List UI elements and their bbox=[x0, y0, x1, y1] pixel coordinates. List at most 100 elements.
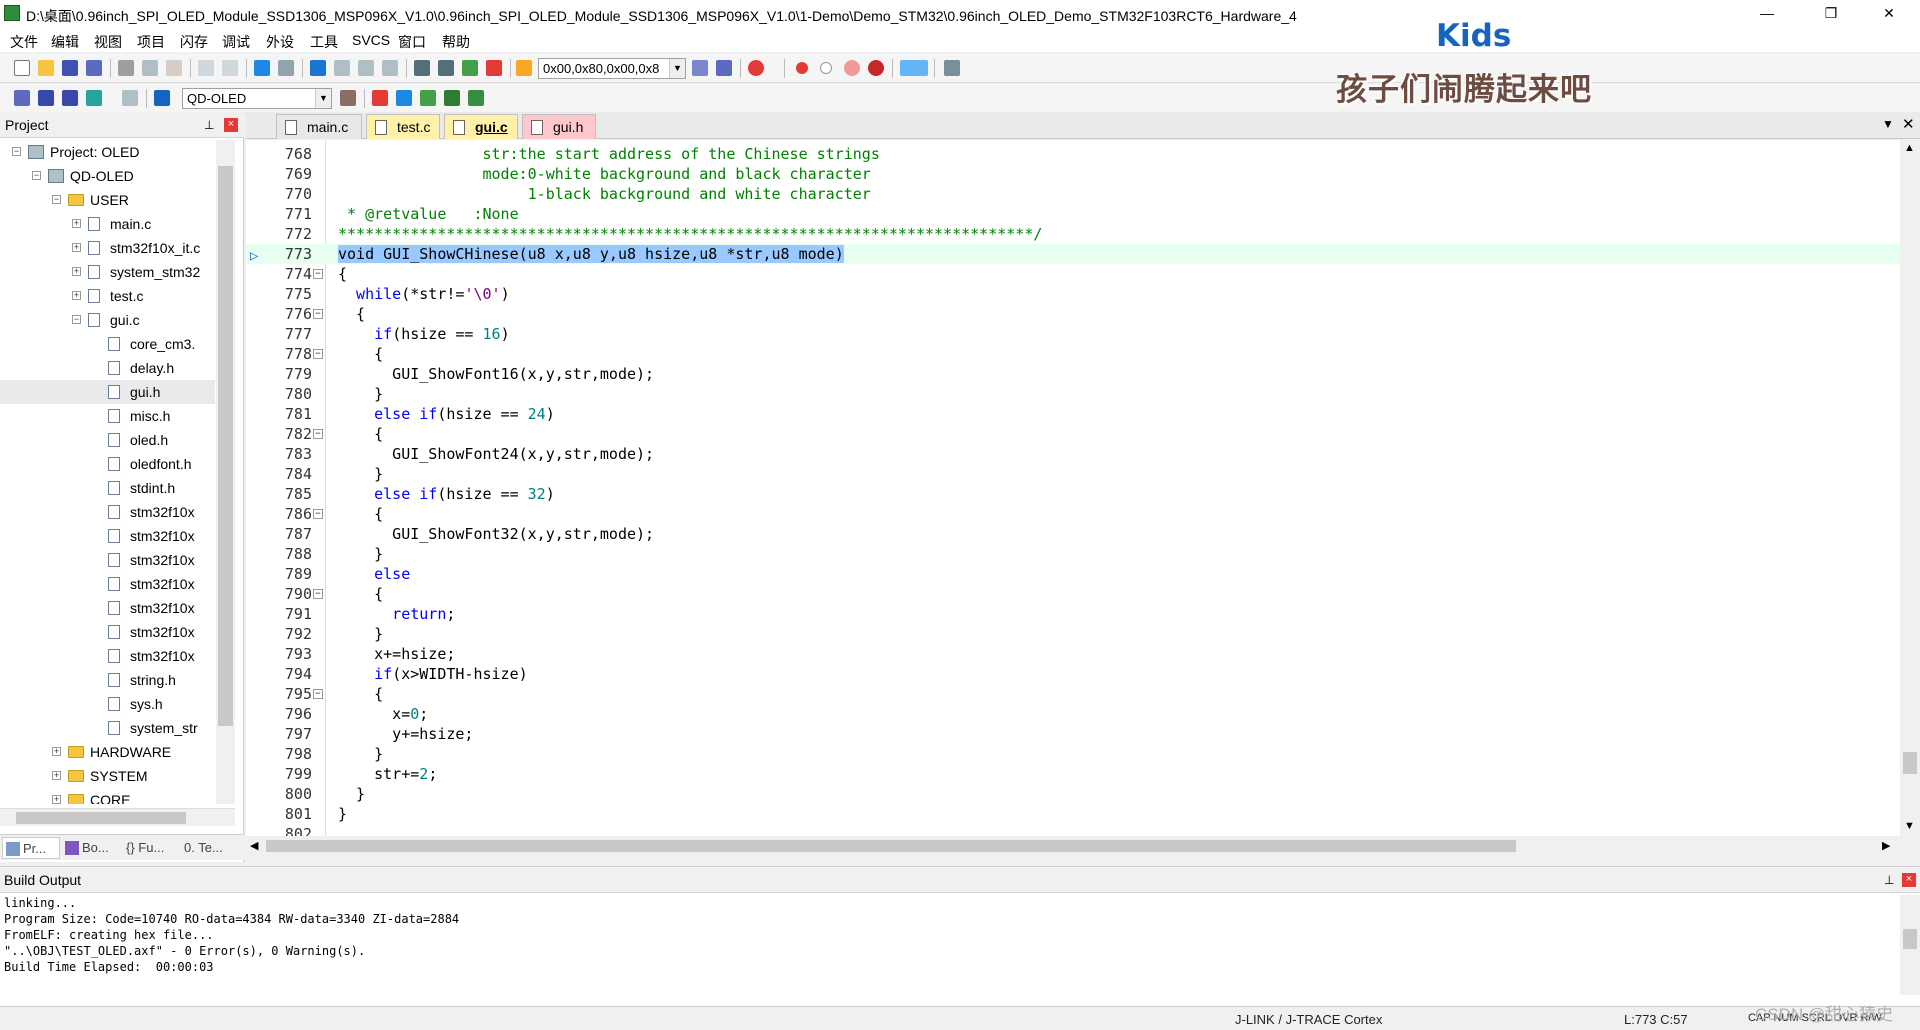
breakpoint-kill-all-icon[interactable] bbox=[868, 60, 884, 76]
copy-icon[interactable] bbox=[142, 60, 158, 76]
batch-build-icon[interactable] bbox=[86, 90, 102, 106]
breakpoint-disable-icon[interactable] bbox=[820, 62, 832, 74]
collapse-icon[interactable]: − bbox=[72, 315, 81, 324]
build-output-scrollbar[interactable] bbox=[1900, 895, 1920, 995]
expand-icon[interactable]: + bbox=[72, 267, 81, 276]
tree-folder[interactable]: − USER bbox=[0, 188, 215, 212]
expand-icon[interactable]: + bbox=[72, 291, 81, 300]
bookmark-next-icon[interactable] bbox=[358, 60, 374, 76]
tree-file[interactable]: oled.h bbox=[0, 428, 215, 452]
close-icon[interactable]: × bbox=[224, 118, 238, 132]
tree-file[interactable]: + stm32f10x_it.c bbox=[0, 236, 215, 260]
fold-toggle-icon[interactable]: − bbox=[313, 509, 323, 519]
unindent-icon[interactable] bbox=[438, 60, 454, 76]
open-file-icon[interactable] bbox=[38, 60, 54, 76]
tree-folder[interactable]: + HARDWARE bbox=[0, 740, 215, 764]
minimize-button[interactable]: — bbox=[1744, 0, 1790, 28]
editor-tab[interactable]: main.c bbox=[276, 114, 362, 139]
save-icon[interactable] bbox=[62, 60, 78, 76]
build-icon[interactable] bbox=[38, 90, 54, 106]
nav-back-icon[interactable] bbox=[254, 60, 270, 76]
tree-file[interactable]: stm32f10x bbox=[0, 500, 215, 524]
fold-toggle-icon[interactable]: − bbox=[313, 689, 323, 699]
fold-toggle-icon[interactable]: − bbox=[313, 309, 323, 319]
editor-horizontal-scrollbar[interactable]: ◀ ▶ bbox=[246, 836, 1900, 856]
tree-file[interactable]: system_str bbox=[0, 716, 215, 740]
new-file-icon[interactable] bbox=[14, 60, 30, 76]
manage-components-icon[interactable] bbox=[372, 90, 388, 106]
configure-icon[interactable] bbox=[944, 60, 960, 76]
collapse-icon[interactable]: − bbox=[52, 195, 61, 204]
tree-file[interactable]: − gui.c bbox=[0, 308, 215, 332]
menu-view[interactable]: 视图 bbox=[94, 32, 122, 52]
tree-project[interactable]: − QD-OLED bbox=[0, 164, 215, 188]
editor-vertical-scrollbar[interactable]: ▲ ▼ bbox=[1900, 140, 1920, 836]
tree-file[interactable]: core_cm3. bbox=[0, 332, 215, 356]
expand-icon[interactable]: + bbox=[52, 747, 61, 756]
tree-file[interactable]: stm32f10x bbox=[0, 524, 215, 548]
close-icon[interactable]: × bbox=[1902, 873, 1916, 887]
find-in-files-icon[interactable] bbox=[516, 60, 532, 76]
fold-toggle-icon[interactable]: − bbox=[313, 349, 323, 359]
tree-file[interactable]: gui.h bbox=[0, 380, 215, 404]
tree-file[interactable]: stm32f10x bbox=[0, 596, 215, 620]
breakpoint-icon[interactable] bbox=[796, 62, 808, 74]
scroll-right-icon[interactable]: ▶ bbox=[1882, 839, 1890, 852]
tree-horizontal-scrollbar[interactable] bbox=[0, 808, 235, 826]
menu-tools[interactable]: 工具 bbox=[310, 32, 338, 52]
uncomment-icon[interactable] bbox=[486, 60, 502, 76]
chevron-down-icon[interactable]: ▼ bbox=[669, 59, 685, 78]
undo-icon[interactable] bbox=[198, 60, 214, 76]
menu-debug[interactable]: 调试 bbox=[222, 32, 250, 52]
paste-icon[interactable] bbox=[166, 60, 182, 76]
stop-build-icon[interactable] bbox=[122, 90, 138, 106]
tree-file[interactable]: + test.c bbox=[0, 284, 215, 308]
cut-icon[interactable] bbox=[118, 60, 134, 76]
close-window-button[interactable]: ✕ bbox=[1866, 0, 1912, 28]
comment-icon[interactable] bbox=[462, 60, 478, 76]
menu-svcs[interactable]: SVCS bbox=[352, 32, 390, 48]
bookmark-prev-icon[interactable] bbox=[334, 60, 350, 76]
menu-project[interactable]: 项目 bbox=[137, 32, 165, 52]
select-software-packs-icon[interactable] bbox=[444, 90, 460, 106]
tab-templates[interactable]: 0. Te... bbox=[180, 837, 242, 859]
tab-books[interactable]: Bo... bbox=[62, 837, 120, 859]
indent-icon[interactable] bbox=[414, 60, 430, 76]
expand-icon[interactable]: + bbox=[72, 243, 81, 252]
expand-icon[interactable]: + bbox=[52, 771, 61, 780]
menu-file[interactable]: 文件 bbox=[10, 32, 38, 52]
menu-edit[interactable]: 编辑 bbox=[51, 32, 79, 52]
close-editor-icon[interactable]: ✕ bbox=[1902, 115, 1915, 133]
tree-file[interactable]: stm32f10x bbox=[0, 644, 215, 668]
target-options-icon[interactable] bbox=[340, 90, 356, 106]
pack-installer-icon[interactable] bbox=[420, 90, 436, 106]
pin-icon[interactable]: ⊥ bbox=[204, 118, 214, 132]
restore-button[interactable]: ❐ bbox=[1808, 0, 1854, 28]
tree-file[interactable]: stdint.h bbox=[0, 476, 215, 500]
incremental-find-icon[interactable] bbox=[716, 60, 732, 76]
scroll-down-icon[interactable]: ▼ bbox=[1904, 820, 1915, 832]
tree-file[interactable]: stm32f10x bbox=[0, 548, 215, 572]
expand-icon[interactable]: + bbox=[52, 795, 61, 804]
menu-peripherals[interactable]: 外设 bbox=[266, 32, 294, 52]
collapse-icon[interactable]: − bbox=[12, 147, 21, 156]
tree-folder[interactable]: + SYSTEM bbox=[0, 764, 215, 788]
tree-file[interactable]: misc.h bbox=[0, 404, 215, 428]
tree-folder[interactable]: + CORE bbox=[0, 788, 215, 804]
tree-project[interactable]: − Project: OLED bbox=[0, 140, 215, 164]
find-icon[interactable] bbox=[692, 60, 708, 76]
code-editor[interactable]: 768 str:the start address of the Chinese… bbox=[246, 140, 1900, 836]
tab-list-chevron-icon[interactable]: ▼ bbox=[1882, 117, 1894, 131]
tab-project[interactable]: Pr... bbox=[2, 837, 60, 859]
editor-tab[interactable]: test.c bbox=[366, 114, 440, 139]
tree-file[interactable]: + system_stm32 bbox=[0, 260, 215, 284]
chevron-down-icon[interactable]: ▼ bbox=[315, 89, 331, 108]
save-all-icon[interactable] bbox=[86, 60, 102, 76]
tree-file[interactable]: sys.h bbox=[0, 692, 215, 716]
redo-icon[interactable] bbox=[222, 60, 238, 76]
scroll-up-icon[interactable]: ▲ bbox=[1904, 142, 1915, 154]
pin-icon[interactable]: ⊥ bbox=[1884, 873, 1894, 887]
editor-tab[interactable]: gui.c bbox=[444, 114, 518, 139]
target-combo[interactable]: QD-OLED ▼ bbox=[182, 88, 332, 109]
run-time-env-icon[interactable] bbox=[396, 90, 412, 106]
